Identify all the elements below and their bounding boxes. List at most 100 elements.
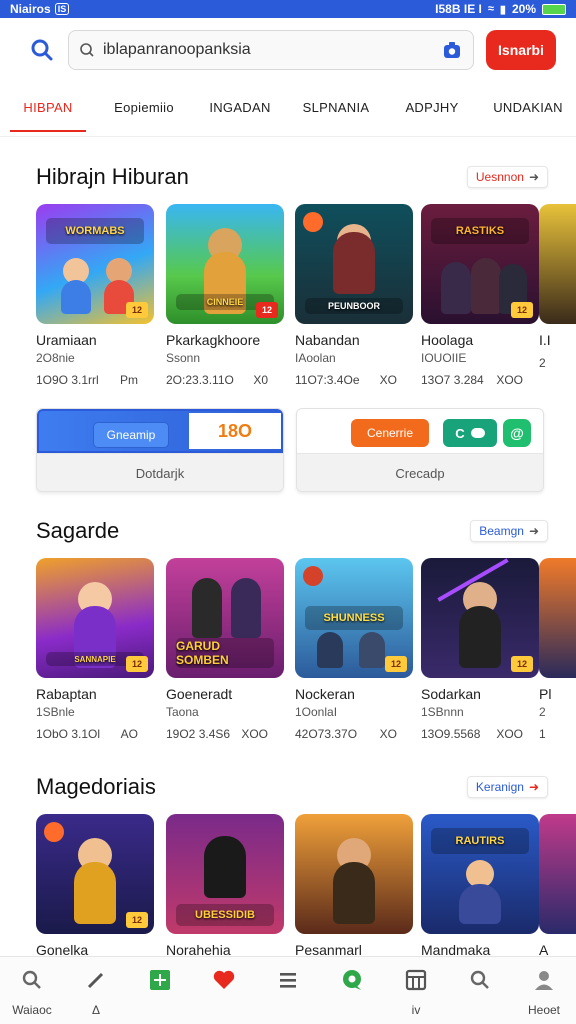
see-all-button[interactable]: Beamgn ➜ <box>470 520 548 542</box>
search-submit-button[interactable]: Isnarbi <box>486 30 556 70</box>
wifi-icon: ≈ <box>487 3 494 15</box>
game-meta-right: AO <box>120 727 138 741</box>
game-card[interactable]: CINNEIE 12 Pkarkagkhoore Ssonn 2O:23.3.1… <box>166 204 284 387</box>
game-logo: RAUTIRS <box>431 828 529 854</box>
see-all-button[interactable]: Uesnnon ➜ <box>466 166 548 188</box>
game-thumbnail: SHUNNESS 12 <box>295 558 413 678</box>
game-card[interactable]: RAUTIRS Mandmaka <box>421 814 539 956</box>
game-meta-left: 2 <box>539 356 546 370</box>
chat-icon <box>343 970 361 990</box>
game-thumbnail: PEUNBOOR <box>295 204 413 324</box>
game-thumbnail: RASTIKS 12 <box>421 204 539 324</box>
game-row-2: SANNAPIE 12 Rabaptan 1SBnle 1ObO 3.1Ol A… <box>36 558 576 748</box>
game-name: Gonelka <box>36 942 89 956</box>
game-card[interactable]: SHUNNESS 12 Nockeran 1OonlaI 42O73.37O X… <box>295 558 413 741</box>
game-card[interactable]: SANNAPIE 12 Rabaptan 1SBnle 1ObO 3.1Ol A… <box>36 558 154 741</box>
game-card[interactable]: A <box>539 814 576 956</box>
game-card[interactable]: GARUD SOMBEN Goeneradt Taona 19O2 3.4S6 … <box>166 558 284 741</box>
age-badge: 12 <box>126 656 148 672</box>
game-meta-left: 1ObO 3.1Ol <box>36 727 101 741</box>
game-thumbnail: GARUD SOMBEN <box>166 558 284 678</box>
heart-icon <box>213 970 235 989</box>
game-thumbnail <box>539 558 576 678</box>
promo-secondary-button[interactable]: C <box>443 419 497 447</box>
game-card[interactable]: RASTIKS 12 Hoolaga IOUOIIE 13O7 3.284 XO… <box>421 204 539 387</box>
status-text: I58B IE I <box>435 2 482 16</box>
game-meta-left: 13O9.5568 <box>421 727 481 741</box>
game-card[interactable]: Pl 2 1 <box>539 558 576 741</box>
game-name: Rabaptan <box>36 686 97 702</box>
game-meta-left: 13O7 3.284 <box>421 373 484 387</box>
promo-card[interactable]: Gneamip 18O Dotdarjk <box>36 408 284 492</box>
game-card[interactable]: UBESSIDIB Norahehia <box>166 814 284 956</box>
nav-item-edit[interactable]: Δ <box>64 957 128 1024</box>
age-badge: 12 <box>126 302 148 318</box>
promo-footer: Crecadp <box>297 453 543 491</box>
game-card[interactable]: WORMABS 12 Uramiaan 2O8nie 1O9O 3.1rrl P… <box>36 204 154 387</box>
see-all-button[interactable]: Keranign ➜ <box>466 776 548 798</box>
game-name: I.I <box>539 332 551 348</box>
search-button[interactable] <box>22 30 62 70</box>
game-subtitle: 1SBnnn <box>421 705 464 719</box>
game-thumbnail: CINNEIE 12 <box>166 204 284 324</box>
game-thumbnail: UBESSIDIB <box>166 814 284 934</box>
search-row: Isnarbi <box>0 26 576 76</box>
tab-0[interactable]: HIBPAN <box>0 92 96 134</box>
game-subtitle: Taona <box>166 705 199 719</box>
game-meta-right: XOO <box>241 727 268 741</box>
nav-item-search-2[interactable] <box>448 957 512 1024</box>
tab-5[interactable]: UNDAKIAN <box>480 92 576 134</box>
tab-4[interactable]: ADPJHY <box>384 92 480 134</box>
game-subtitle: IAoolan <box>295 351 336 365</box>
game-logo: RASTIKS <box>431 218 529 244</box>
nav-item-favorites[interactable] <box>192 957 256 1024</box>
promo-button[interactable]: Cenerrie <box>351 419 429 447</box>
game-card[interactable]: 12 Gonelka <box>36 814 154 956</box>
nav-item-add[interactable] <box>128 957 192 1024</box>
game-meta-left: 2O:23.3.11O <box>166 373 234 387</box>
tab-3[interactable]: SLPNANIA <box>288 92 384 134</box>
game-meta: 11O7:3.4Oe XO <box>295 373 413 387</box>
nav-item-grid[interactable]: iv <box>384 957 448 1024</box>
search-input[interactable] <box>103 41 441 59</box>
chevron-right-icon: ➜ <box>528 170 539 184</box>
search-field[interactable] <box>68 30 474 70</box>
game-card[interactable]: 12 Sodarkan 1SBnnn 13O9.5568 XOO <box>421 558 539 741</box>
game-subtitle: 1OonlaI <box>295 705 338 719</box>
age-badge: 12 <box>385 656 407 672</box>
game-card[interactable]: Pesanmarl <box>295 814 413 956</box>
nav-item-search[interactable]: Waiaoc <box>0 957 64 1024</box>
promo-secondary-label: C <box>455 425 465 441</box>
game-meta: 1O9O 3.1rrl Pm <box>36 373 154 387</box>
camera-icon[interactable] <box>441 39 463 61</box>
game-name: Pl <box>539 686 552 702</box>
promo-button[interactable]: Gneamip <box>93 422 169 448</box>
game-row-3: 12 Gonelka UBESSIDIB Norahehia Pesanmarl… <box>36 814 576 956</box>
tab-2[interactable]: INGADAN <box>192 92 288 134</box>
game-meta-right: X0 <box>253 373 268 387</box>
nav-item-menu[interactable] <box>256 957 320 1024</box>
game-thumbnail: RAUTIRS <box>421 814 539 934</box>
game-logo: GARUD SOMBEN <box>176 638 274 668</box>
game-thumbnail <box>539 814 576 934</box>
game-meta: 13O7 3.284 XOO <box>421 373 539 387</box>
section-title: Sagarde <box>36 518 120 543</box>
game-name: Uramiaan <box>36 332 97 348</box>
game-thumbnail: 12 <box>36 814 154 934</box>
tab-1[interactable]: Eopiemiio <box>96 92 192 134</box>
nav-item-profile[interactable]: Heoet <box>512 957 576 1024</box>
game-card[interactable]: PEUNBOOR Nabandan IAoolan 11O7:3.4Oe XO <box>295 204 413 387</box>
age-badge: 12 <box>511 302 533 318</box>
chevron-right-icon: ➜ <box>528 524 539 538</box>
pen-icon <box>87 972 104 989</box>
game-name: Nabandan <box>295 332 360 348</box>
carrier-label: Niairos <box>10 2 51 16</box>
promo-card[interactable]: Cenerrie C @ Crecadp <box>296 408 544 492</box>
battery-icon <box>542 3 566 15</box>
game-card[interactable]: I.I 2 <box>539 204 576 370</box>
nav-item-chat[interactable] <box>320 957 384 1024</box>
game-name: Norahehia <box>166 942 231 956</box>
whatsapp-icon[interactable]: @ <box>503 419 531 447</box>
game-thumbnail: WORMABS 12 <box>36 204 154 324</box>
nav-label: Δ <box>91 1003 100 1017</box>
